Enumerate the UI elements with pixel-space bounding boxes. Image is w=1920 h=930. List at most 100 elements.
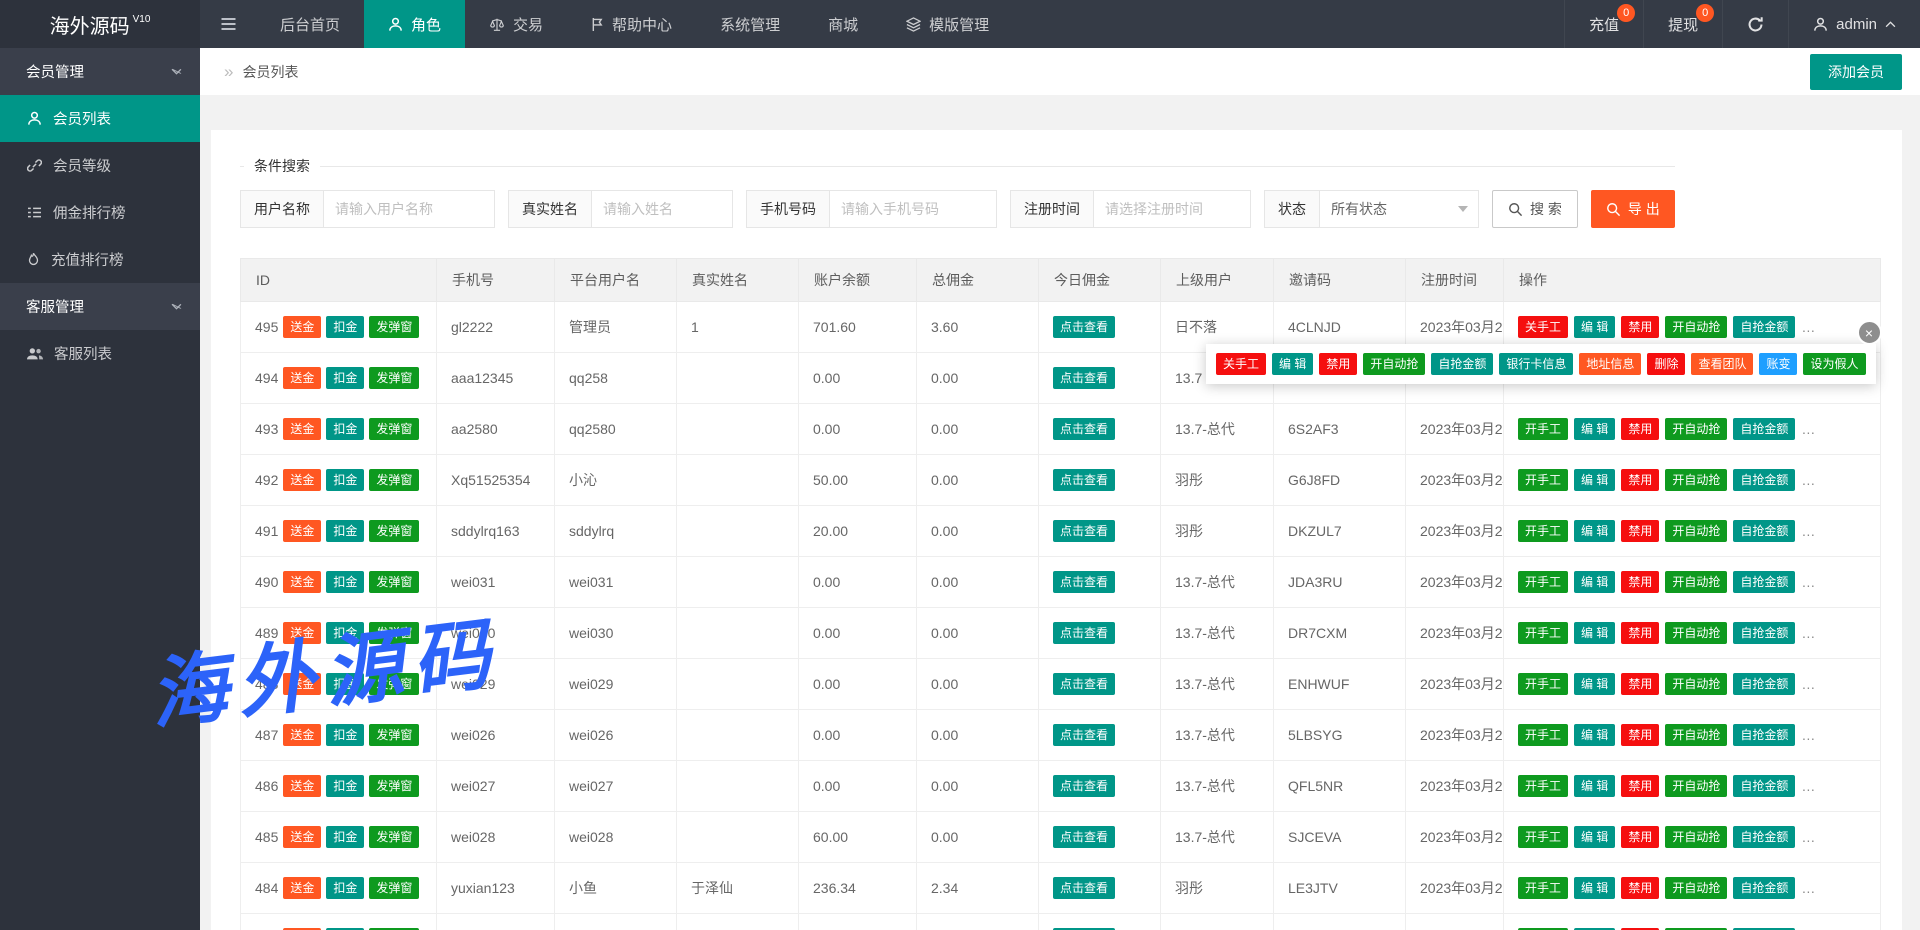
view-today-commission-button[interactable]: 点击查看 [1053, 571, 1115, 593]
top-nav-item-2[interactable]: 交易 [465, 0, 567, 48]
give-money-button[interactable]: 送金 [283, 724, 321, 746]
auto-grab-button[interactable]: 开自动抢 [1665, 469, 1727, 491]
view-today-commission-button[interactable]: 点击查看 [1053, 826, 1115, 848]
grab-amount-button[interactable]: 自抢金额 [1733, 724, 1795, 746]
send-popup-button[interactable]: 发弹窗 [369, 826, 419, 848]
disable-button[interactable]: 禁用 [1621, 469, 1659, 491]
grab-amount-button[interactable]: 自抢金额 [1733, 877, 1795, 899]
edit-button[interactable]: 编 辑 [1574, 520, 1615, 542]
more-actions-button[interactable]: … [1801, 574, 1816, 590]
edit-button[interactable]: 编 辑 [1574, 826, 1615, 848]
field-input[interactable] [829, 190, 997, 228]
top-nav-item-6[interactable]: 模版管理 [882, 0, 1013, 48]
disable-button[interactable]: 禁用 [1621, 826, 1659, 848]
popup-action-9[interactable]: 账变 [1759, 353, 1797, 375]
disable-button[interactable]: 禁用 [1621, 775, 1659, 797]
toggle-manual-button[interactable]: 开手工 [1518, 622, 1568, 644]
give-money-button[interactable]: 送金 [283, 520, 321, 542]
disable-button[interactable]: 禁用 [1621, 571, 1659, 593]
export-button[interactable]: 导 出 [1591, 190, 1675, 228]
view-today-commission-button[interactable]: 点击查看 [1053, 469, 1115, 491]
deduct-money-button[interactable]: 扣金 [326, 316, 364, 338]
disable-button[interactable]: 禁用 [1621, 520, 1659, 542]
more-actions-button[interactable]: … [1801, 472, 1816, 488]
toggle-manual-button[interactable]: 关手工 [1518, 316, 1568, 338]
grab-amount-button[interactable]: 自抢金额 [1733, 775, 1795, 797]
view-today-commission-button[interactable]: 点击查看 [1053, 418, 1115, 440]
edit-button[interactable]: 编 辑 [1574, 877, 1615, 899]
give-money-button[interactable]: 送金 [283, 316, 321, 338]
view-today-commission-button[interactable]: 点击查看 [1053, 673, 1115, 695]
disable-button[interactable]: 禁用 [1621, 316, 1659, 338]
popup-action-2[interactable]: 禁用 [1319, 353, 1357, 375]
deduct-money-button[interactable]: 扣金 [326, 826, 364, 848]
view-today-commission-button[interactable]: 点击查看 [1053, 724, 1115, 746]
toggle-manual-button[interactable]: 开手工 [1518, 673, 1568, 695]
grab-amount-button[interactable]: 自抢金额 [1733, 622, 1795, 644]
auto-grab-button[interactable]: 开自动抢 [1665, 673, 1727, 695]
popup-action-1[interactable]: 编 辑 [1272, 353, 1313, 375]
send-popup-button[interactable]: 发弹窗 [369, 418, 419, 440]
auto-grab-button[interactable]: 开自动抢 [1665, 877, 1727, 899]
edit-button[interactable]: 编 辑 [1574, 673, 1615, 695]
grab-amount-button[interactable]: 自抢金额 [1733, 673, 1795, 695]
send-popup-button[interactable]: 发弹窗 [369, 673, 419, 695]
more-actions-button[interactable]: … [1801, 676, 1816, 692]
deduct-money-button[interactable]: 扣金 [326, 418, 364, 440]
send-popup-button[interactable]: 发弹窗 [369, 367, 419, 389]
grab-amount-button[interactable]: 自抢金额 [1733, 571, 1795, 593]
toggle-manual-button[interactable]: 开手工 [1518, 724, 1568, 746]
send-popup-button[interactable]: 发弹窗 [369, 724, 419, 746]
edit-button[interactable]: 编 辑 [1574, 724, 1615, 746]
field-input[interactable] [323, 190, 495, 228]
send-popup-button[interactable]: 发弹窗 [369, 520, 419, 542]
send-popup-button[interactable]: 发弹窗 [369, 622, 419, 644]
disable-button[interactable]: 禁用 [1621, 622, 1659, 644]
auto-grab-button[interactable]: 开自动抢 [1665, 826, 1727, 848]
more-actions-button[interactable]: … [1801, 523, 1816, 539]
field-input[interactable] [591, 190, 733, 228]
edit-button[interactable]: 编 辑 [1574, 316, 1615, 338]
close-icon[interactable]: × [1857, 320, 1882, 345]
grab-amount-button[interactable]: 自抢金额 [1733, 520, 1795, 542]
deduct-money-button[interactable]: 扣金 [326, 469, 364, 491]
deduct-money-button[interactable]: 扣金 [326, 571, 364, 593]
give-money-button[interactable]: 送金 [283, 775, 321, 797]
edit-button[interactable]: 编 辑 [1574, 622, 1615, 644]
auto-grab-button[interactable]: 开自动抢 [1665, 520, 1727, 542]
view-today-commission-button[interactable]: 点击查看 [1053, 877, 1115, 899]
toggle-manual-button[interactable]: 开手工 [1518, 571, 1568, 593]
send-popup-button[interactable]: 发弹窗 [369, 877, 419, 899]
toggle-manual-button[interactable]: 开手工 [1518, 826, 1568, 848]
give-money-button[interactable]: 送金 [283, 367, 321, 389]
more-actions-button[interactable]: … [1801, 727, 1816, 743]
field-input[interactable] [1093, 190, 1251, 228]
popup-action-0[interactable]: 关手工 [1216, 353, 1266, 375]
grab-amount-button[interactable]: 自抢金额 [1733, 418, 1795, 440]
popup-action-5[interactable]: 银行卡信息 [1499, 353, 1573, 375]
auto-grab-button[interactable]: 开自动抢 [1665, 724, 1727, 746]
refresh-button[interactable] [1722, 0, 1788, 48]
deduct-money-button[interactable]: 扣金 [326, 877, 364, 899]
add-member-button[interactable]: 添加会员 [1810, 54, 1902, 90]
menu-toggle-icon[interactable] [200, 0, 256, 48]
auto-grab-button[interactable]: 开自动抢 [1665, 316, 1727, 338]
send-popup-button[interactable]: 发弹窗 [369, 775, 419, 797]
toggle-manual-button[interactable]: 开手工 [1518, 520, 1568, 542]
edit-button[interactable]: 编 辑 [1574, 469, 1615, 491]
status-select[interactable]: 所有状态 [1319, 190, 1479, 228]
popup-action-4[interactable]: 自抢金额 [1431, 353, 1493, 375]
auto-grab-button[interactable]: 开自动抢 [1665, 418, 1727, 440]
auto-grab-button[interactable]: 开自动抢 [1665, 622, 1727, 644]
deduct-money-button[interactable]: 扣金 [326, 724, 364, 746]
sidebar-section-title[interactable]: 客服管理 [0, 283, 200, 330]
disable-button[interactable]: 禁用 [1621, 418, 1659, 440]
give-money-button[interactable]: 送金 [283, 571, 321, 593]
sidebar-item[interactable]: 佣金排行榜 [0, 189, 200, 236]
give-money-button[interactable]: 送金 [283, 877, 321, 899]
more-actions-button[interactable]: … [1801, 421, 1816, 437]
more-actions-button[interactable]: … [1801, 880, 1816, 896]
sidebar-section-title[interactable]: 会员管理 [0, 48, 200, 95]
toggle-manual-button[interactable]: 开手工 [1518, 877, 1568, 899]
view-today-commission-button[interactable]: 点击查看 [1053, 520, 1115, 542]
